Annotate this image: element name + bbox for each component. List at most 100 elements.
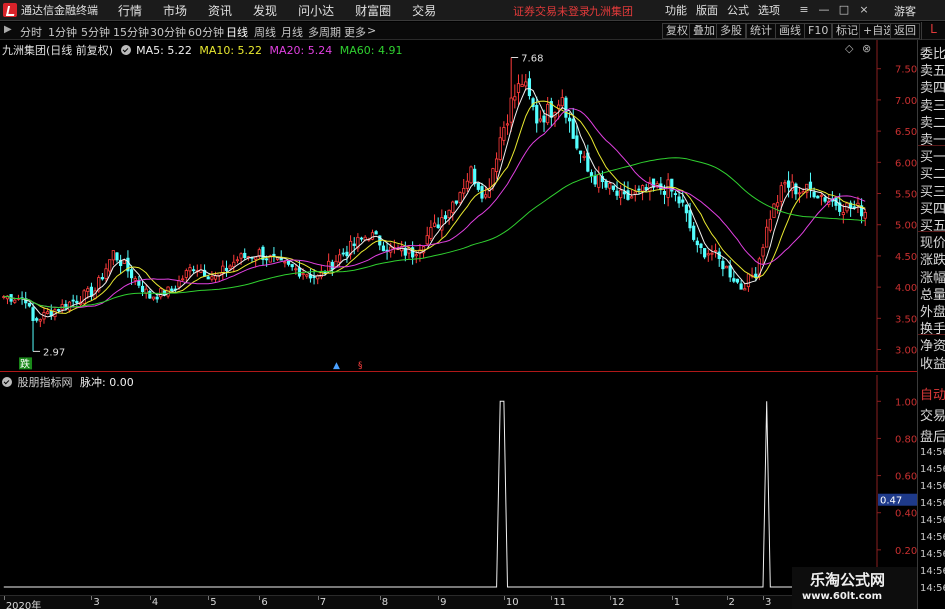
candle-body xyxy=(546,103,550,124)
guest-user[interactable]: 游客 xyxy=(894,3,916,19)
close-icon[interactable]: × xyxy=(858,3,870,16)
candle-body xyxy=(133,278,137,281)
expand-arrow-icon[interactable]: ▶ xyxy=(4,24,12,35)
settings-toggle-icon[interactable] xyxy=(120,45,131,55)
menu-function[interactable]: 功能 xyxy=(665,2,687,18)
menu-options[interactable]: 选项 xyxy=(758,2,780,18)
close-chart-icon[interactable]: ⊗ xyxy=(862,42,871,55)
menu-wealth-circle[interactable]: 财富圈 xyxy=(355,2,391,19)
menu-formula[interactable]: 公式 xyxy=(727,2,749,18)
candle-body xyxy=(819,194,824,197)
candle-body xyxy=(786,180,791,188)
month-label: 4 xyxy=(151,597,159,608)
month-label: 6 xyxy=(261,597,268,608)
tab-1min[interactable]: 1分钟 xyxy=(48,24,77,40)
candle-body xyxy=(159,288,163,298)
mark-button[interactable]: 标记 xyxy=(832,23,862,39)
candle-body xyxy=(294,268,298,271)
f10-button[interactable]: F10 xyxy=(804,23,833,39)
menu-ask-assistant[interactable]: 问小达 xyxy=(298,2,334,19)
draw-line-button[interactable]: 画线 xyxy=(775,23,805,39)
statistics-button[interactable]: 统计 xyxy=(746,23,776,39)
tab-monthly[interactable]: 月线 xyxy=(281,24,303,40)
tab-weekly[interactable]: 周线 xyxy=(254,24,276,40)
menu-discover[interactable]: 发现 xyxy=(253,2,277,19)
panel-toggle[interactable]: L xyxy=(921,22,945,40)
candle-body xyxy=(235,259,240,262)
candle-body xyxy=(615,190,619,196)
price-tick-label: 5.50 xyxy=(895,190,917,201)
tab-5min[interactable]: 5分钟 xyxy=(81,24,110,40)
candle-body xyxy=(604,180,608,188)
candle-body xyxy=(684,204,688,214)
candle-body xyxy=(104,268,108,279)
month-tick xyxy=(671,596,673,600)
more-chevron-icon[interactable]: > xyxy=(367,24,376,37)
candle-body xyxy=(232,261,236,268)
candle-body xyxy=(662,190,667,195)
candle-body xyxy=(575,135,579,149)
indicator-name: 股朋指标网 xyxy=(17,376,73,389)
back-button[interactable]: 返回 xyxy=(890,23,920,39)
candle-body xyxy=(582,155,586,158)
month-tick xyxy=(503,596,505,600)
candle-body xyxy=(224,267,229,271)
candle-body xyxy=(852,206,856,209)
login-status[interactable]: 证券交易未登录 xyxy=(513,3,590,19)
maximize-icon[interactable]: □ xyxy=(838,3,850,16)
adjust-button[interactable]: 复权 xyxy=(662,23,692,39)
candle-body xyxy=(589,172,594,177)
trade-label[interactable]: 自动 xyxy=(920,384,945,403)
candle-body xyxy=(823,197,827,202)
minimize-icon[interactable]: — xyxy=(818,3,830,16)
candle-body xyxy=(155,296,159,300)
current-stock-name: 九洲集团 xyxy=(589,5,633,18)
quote-label: 总量 xyxy=(920,287,945,303)
candle-body xyxy=(447,209,451,219)
tab-30min[interactable]: 30分钟 xyxy=(150,24,186,40)
candle-body xyxy=(181,278,185,281)
month-label: 3 xyxy=(765,597,772,608)
low-marker-label: 2.97 xyxy=(43,347,65,358)
multi-stock-button[interactable]: 多股 xyxy=(716,23,746,39)
ma20-value: 5.24 xyxy=(307,44,333,57)
month-label: 10 xyxy=(505,597,519,608)
tab-multi-period[interactable]: 多周期 xyxy=(308,24,341,40)
watermark-url: www.60lt.com xyxy=(802,591,883,602)
candle-body xyxy=(111,250,115,261)
menu-news[interactable]: 资讯 xyxy=(208,2,232,19)
indicator-toggle-icon[interactable] xyxy=(2,377,12,387)
tab-more[interactable]: 更多 xyxy=(344,24,366,40)
tab-60min[interactable]: 60分钟 xyxy=(188,24,224,40)
trade-label[interactable]: 盘后 xyxy=(920,426,945,445)
month-tick xyxy=(379,596,381,600)
menu-layout[interactable]: 版面 xyxy=(696,2,718,18)
menu-quotes[interactable]: 行情 xyxy=(118,2,142,19)
candle-body xyxy=(82,290,86,304)
window-menu-icon[interactable]: ≡ xyxy=(798,3,810,16)
price-tick-label: 3.50 xyxy=(895,314,917,325)
main-menu: 行情 市场 资讯 发现 问小达 财富圈 交易 xyxy=(118,2,457,19)
ma10-value: 5.22 xyxy=(237,44,263,57)
overlay-button[interactable]: 叠加 xyxy=(689,23,719,39)
trade-label[interactable]: 交易 xyxy=(920,405,945,424)
time-axis[interactable]: 2020年 3 4 5 6 7 8 9 10 11 12 1 2 3 xyxy=(0,595,792,609)
menu-market[interactable]: 市场 xyxy=(163,2,187,19)
month-tick xyxy=(91,596,93,600)
tab-daily[interactable]: 日线 xyxy=(226,24,248,40)
candle-body xyxy=(608,183,612,189)
app-title: 通达信金融终端 xyxy=(21,4,98,17)
tab-15min[interactable]: 15分钟 xyxy=(113,24,149,40)
candle-body xyxy=(297,267,302,277)
candle-body xyxy=(334,260,338,267)
quote-label: 外盘 xyxy=(920,305,945,320)
candle-body xyxy=(626,190,630,200)
candle-body xyxy=(381,245,386,252)
menu-trade[interactable]: 交易 xyxy=(412,2,436,19)
candle-body xyxy=(560,97,564,107)
candle-body xyxy=(524,81,528,87)
candlestick-chart[interactable]: 7.68 2.97 跌 ▲ § 7.50 7.00 6.50 6.00 5.50 5.00 4.50… xyxy=(0,40,917,372)
indicator-chart[interactable]: 1.00 0.80 0.60 0.47 0.40 0.20 xyxy=(0,375,917,595)
diamond-icon[interactable]: ◇ xyxy=(845,42,853,55)
tab-intraday[interactable]: 分时 xyxy=(20,24,42,40)
